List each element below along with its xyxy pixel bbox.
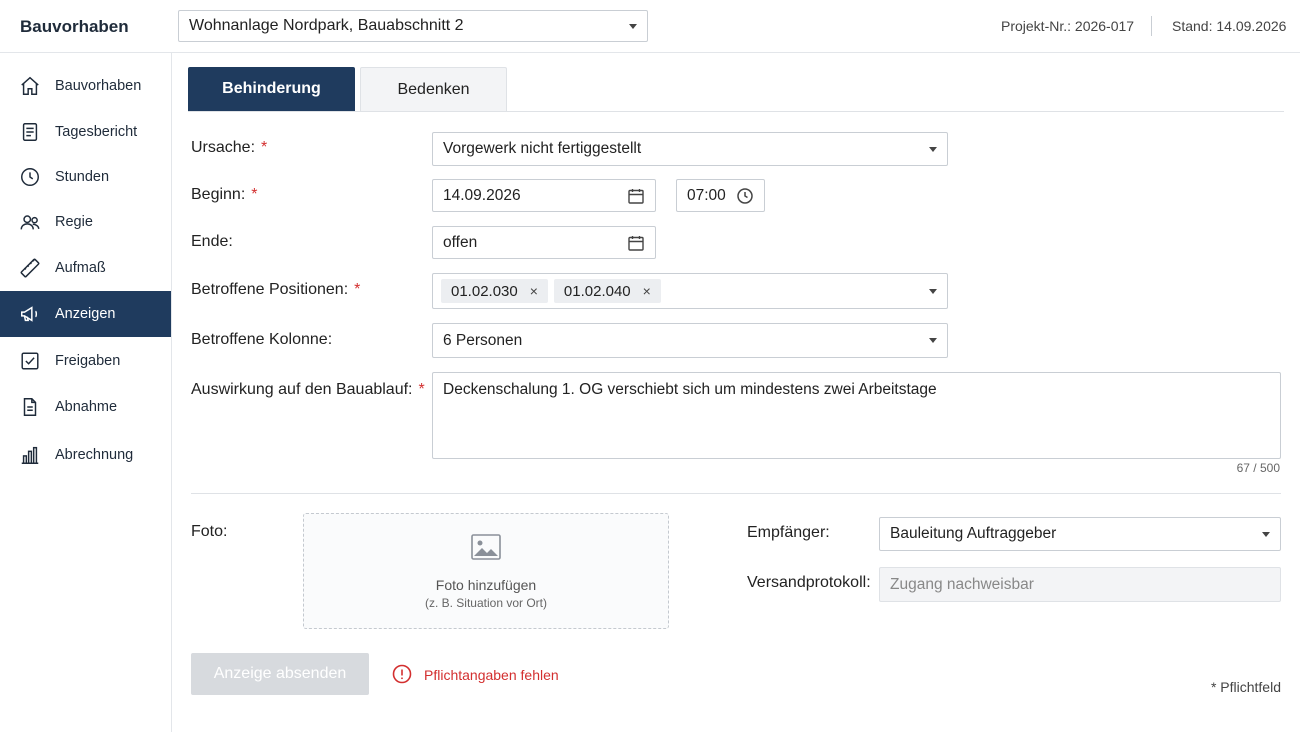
sidebar-item-label: Abrechnung: [55, 447, 134, 463]
sidebar-item-regie[interactable]: Regie: [0, 199, 171, 245]
checkbox-icon: [18, 349, 42, 373]
chevron-down-icon: [929, 288, 937, 294]
chip-label: 01.02.030: [451, 282, 518, 300]
beginn-date-field[interactable]: 14.09.2026: [432, 179, 656, 212]
sidebar-item-label: Stunden: [55, 169, 110, 185]
chip-list: 01.02.030 × 01.02.040 ×: [441, 279, 667, 303]
bar-chart-icon: [18, 443, 42, 467]
clock-icon: [18, 165, 42, 189]
required-marker: *: [418, 381, 425, 398]
ursache-value: Vorgewerk nicht fertiggestellt: [443, 140, 642, 157]
calendar-icon[interactable]: [627, 234, 645, 252]
positionen-multiselect[interactable]: 01.02.030 × 01.02.040 ×: [432, 273, 948, 309]
people-icon: [18, 210, 42, 234]
sidebar: Bauvorhaben Tagesbericht Stunden Regie A…: [0, 53, 172, 732]
top-bar: Bauvorhaben Wohnanlage Nordpark, Bauabsc…: [0, 0, 1300, 53]
error-message: Pflichtangaben fehlen: [424, 667, 559, 683]
versandprotokoll-placeholder: Zugang nachweisbar: [890, 575, 1034, 593]
kolonne-label: Betroffene Kolonne:: [191, 331, 333, 348]
sidebar-item-label: Bauvorhaben: [55, 78, 142, 94]
sidebar-item-label: Regie: [55, 214, 93, 230]
project-select-value: Wohnanlage Nordpark, Bauabschnitt 2: [189, 17, 464, 34]
chevron-down-icon: [629, 23, 637, 29]
document-icon: [18, 395, 42, 419]
beginn-date-value: 14.09.2026: [443, 186, 521, 204]
kolonne-value: 6 Personen: [443, 331, 523, 349]
project-select[interactable]: Wohnanlage Nordpark, Bauabschnitt 2: [178, 10, 648, 42]
tab-behinderung[interactable]: Behinderung: [188, 67, 355, 111]
sidebar-item-label: Freigaben: [55, 353, 121, 369]
required-marker: *: [261, 139, 268, 156]
sidebar-item-label: Aufmaß: [55, 260, 106, 276]
sidebar-item-freigaben[interactable]: Freigaben: [0, 338, 171, 384]
chevron-down-icon: [929, 338, 937, 343]
sidebar-item-label: Abnahme: [55, 399, 118, 415]
ursache-label: Ursache: *: [191, 139, 267, 157]
submit-button[interactable]: Anzeige absenden: [191, 653, 369, 695]
positionen-label: Betroffene Positionen: *: [191, 281, 360, 299]
report-icon: [18, 120, 42, 144]
megaphone-icon: [18, 302, 42, 326]
ende-date-field[interactable]: offen: [432, 226, 656, 259]
versandprotokoll-label: Versandprotokoll:: [747, 574, 871, 591]
position-chip: 01.02.040 ×: [553, 279, 661, 303]
ursache-label-text: Ursache:: [191, 139, 256, 156]
chip-label: 01.02.040: [563, 282, 631, 300]
home-icon: [18, 74, 42, 98]
required-marker: *: [354, 281, 361, 298]
auswirkung-label-text: Auswirkung auf den Bauablauf:: [191, 381, 413, 398]
calendar-icon[interactable]: [627, 187, 645, 205]
empfaenger-value: Bauleitung Auftraggeber: [890, 525, 1057, 542]
required-marker: *: [251, 186, 258, 203]
tab-divider: [188, 111, 1284, 112]
image-icon: [470, 532, 502, 567]
character-counter: 67 / 500: [1236, 461, 1280, 475]
empfaenger-select[interactable]: Bauleitung Auftraggeber: [879, 517, 1281, 551]
sidebar-item-stunden[interactable]: Stunden: [0, 154, 171, 200]
chevron-down-icon: [1262, 531, 1270, 537]
sidebar-item-label: Tagesbericht: [55, 124, 138, 140]
remove-chip-icon[interactable]: ×: [643, 283, 651, 299]
beginn-time-field[interactable]: 07:00: [676, 179, 765, 212]
auswirkung-textarea[interactable]: Deckenschalung 1. OG verschiebt sich um …: [432, 372, 1281, 459]
tab-bedenken[interactable]: Bedenken: [360, 67, 507, 111]
sidebar-item-abrechnung[interactable]: Abrechnung: [0, 432, 171, 478]
dropzone-title: Foto hinzufügen: [435, 577, 537, 593]
app-title: Bauvorhaben: [20, 17, 129, 36]
section-divider: [191, 493, 1281, 494]
beginn-time-value: 07:00: [687, 186, 726, 204]
header-divider: [1151, 16, 1152, 36]
ursache-select[interactable]: Vorgewerk nicht fertiggestellt: [432, 132, 948, 166]
position-chip: 01.02.030 ×: [441, 279, 548, 303]
status-date: Stand: 14.09.2026: [1172, 18, 1287, 34]
sidebar-item-tagesbericht[interactable]: Tagesbericht: [0, 109, 171, 155]
beginn-label: Beginn: *: [191, 186, 258, 204]
foto-label: Foto:: [191, 523, 228, 540]
ende-value: offen: [443, 233, 478, 251]
sidebar-item-bauvorhaben[interactable]: Bauvorhaben: [0, 63, 171, 109]
positionen-label-text: Betroffene Positionen:: [191, 281, 349, 298]
sidebar-item-abnahme[interactable]: Abnahme: [0, 384, 171, 430]
chevron-down-icon: [929, 146, 937, 152]
versandprotokoll-field: Zugang nachweisbar: [879, 567, 1281, 602]
beginn-label-text: Beginn:: [191, 186, 246, 203]
photo-dropzone[interactable]: Foto hinzufügen (z. B. Situation vor Ort…: [303, 513, 669, 629]
auswirkung-label: Auswirkung auf den Bauablauf: *: [191, 381, 425, 399]
remove-chip-icon[interactable]: ×: [530, 283, 538, 299]
project-number: Projekt-Nr.: 2026-017: [1001, 18, 1135, 34]
sidebar-item-label: Anzeigen: [55, 306, 116, 322]
ruler-icon: [18, 256, 42, 280]
ende-label: Ende:: [191, 233, 233, 250]
sidebar-item-anzeigen[interactable]: Anzeigen: [0, 291, 171, 337]
error-icon: [392, 664, 412, 684]
clock-icon[interactable]: [736, 187, 754, 205]
kolonne-select[interactable]: 6 Personen: [432, 323, 948, 358]
sidebar-item-aufmass[interactable]: Aufmaß: [0, 245, 171, 291]
empfaenger-label: Empfänger:: [747, 524, 830, 541]
dropzone-hint: (z. B. Situation vor Ort): [424, 596, 548, 610]
required-note: * Pflichtfeld: [1210, 679, 1281, 695]
